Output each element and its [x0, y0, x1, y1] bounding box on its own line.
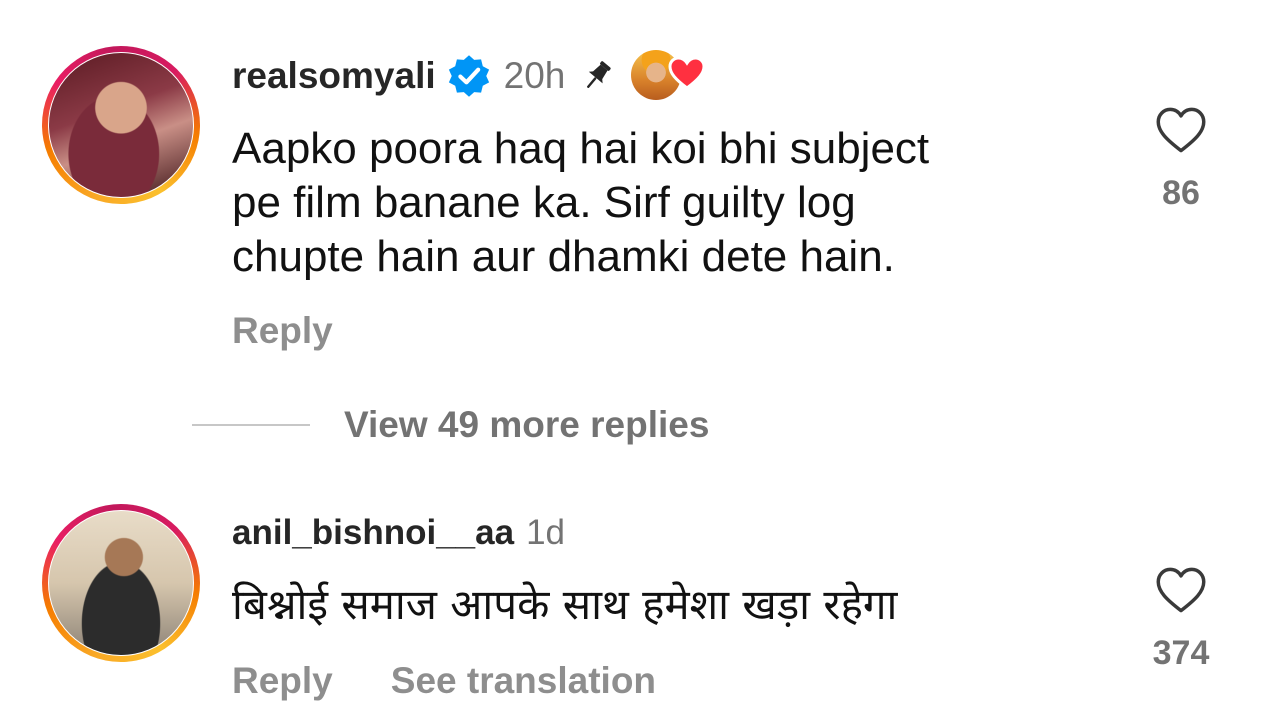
comment-text-line: pe film banane ka. Sirf guilty log — [232, 178, 856, 227]
divider-line — [192, 424, 310, 426]
creator-liked-indicator — [631, 48, 709, 104]
reply-button[interactable]: Reply — [232, 310, 333, 352]
comment-time: 20h — [503, 55, 566, 96]
comment-text: बिश्नोई समाज आपके साथ हमेशा खड़ा रहेगा — [232, 578, 897, 632]
like-count: 374 — [1152, 634, 1210, 672]
username[interactable]: realsomyali — [232, 55, 436, 97]
comments-list: realsomyali 20h Aapko poora haq hai koi … — [0, 0, 1280, 720]
like-control: 374 — [1136, 566, 1226, 673]
view-more-replies[interactable]: View 49 more replies — [192, 404, 709, 446]
comment-item: anil_bishnoi__aa 1d बिश्नोई समाज आपके सा… — [0, 480, 1280, 720]
like-heart-icon[interactable] — [1155, 566, 1207, 614]
avatar[interactable] — [42, 46, 200, 204]
username[interactable]: anil_bishnoi__aa — [232, 513, 514, 553]
comment-text: Aapko poora haq hai koi bhi subject pe f… — [232, 122, 929, 284]
comment-text-line: बिश्नोई समाज आपके साथ हमेशा खड़ा रहेगा — [232, 580, 898, 629]
like-heart-icon[interactable] — [1155, 106, 1207, 154]
like-control: 86 — [1136, 106, 1226, 213]
comment-time: 1d — [526, 513, 565, 552]
comment-actions: Reply — [232, 310, 333, 352]
reply-button[interactable]: Reply — [232, 660, 333, 702]
comment-text-line: Aapko poora haq hai koi bhi subject — [232, 124, 930, 173]
comment-actions: Reply See translation — [232, 660, 656, 702]
heart-icon — [667, 54, 707, 94]
avatar[interactable] — [42, 504, 200, 662]
comment-item: realsomyali 20h Aapko poora haq hai koi … — [0, 0, 1280, 380]
like-count: 86 — [1162, 174, 1200, 212]
comment-header: anil_bishnoi__aa 1d — [232, 508, 565, 558]
verified-badge-icon — [446, 53, 492, 99]
see-translation-button[interactable]: See translation — [391, 660, 656, 702]
pin-icon — [577, 56, 617, 96]
comment-header: realsomyali 20h — [232, 48, 709, 104]
comment-text-line: chupte hain aur dhamki dete hain. — [232, 232, 895, 281]
view-more-replies-label[interactable]: View 49 more replies — [344, 404, 709, 446]
